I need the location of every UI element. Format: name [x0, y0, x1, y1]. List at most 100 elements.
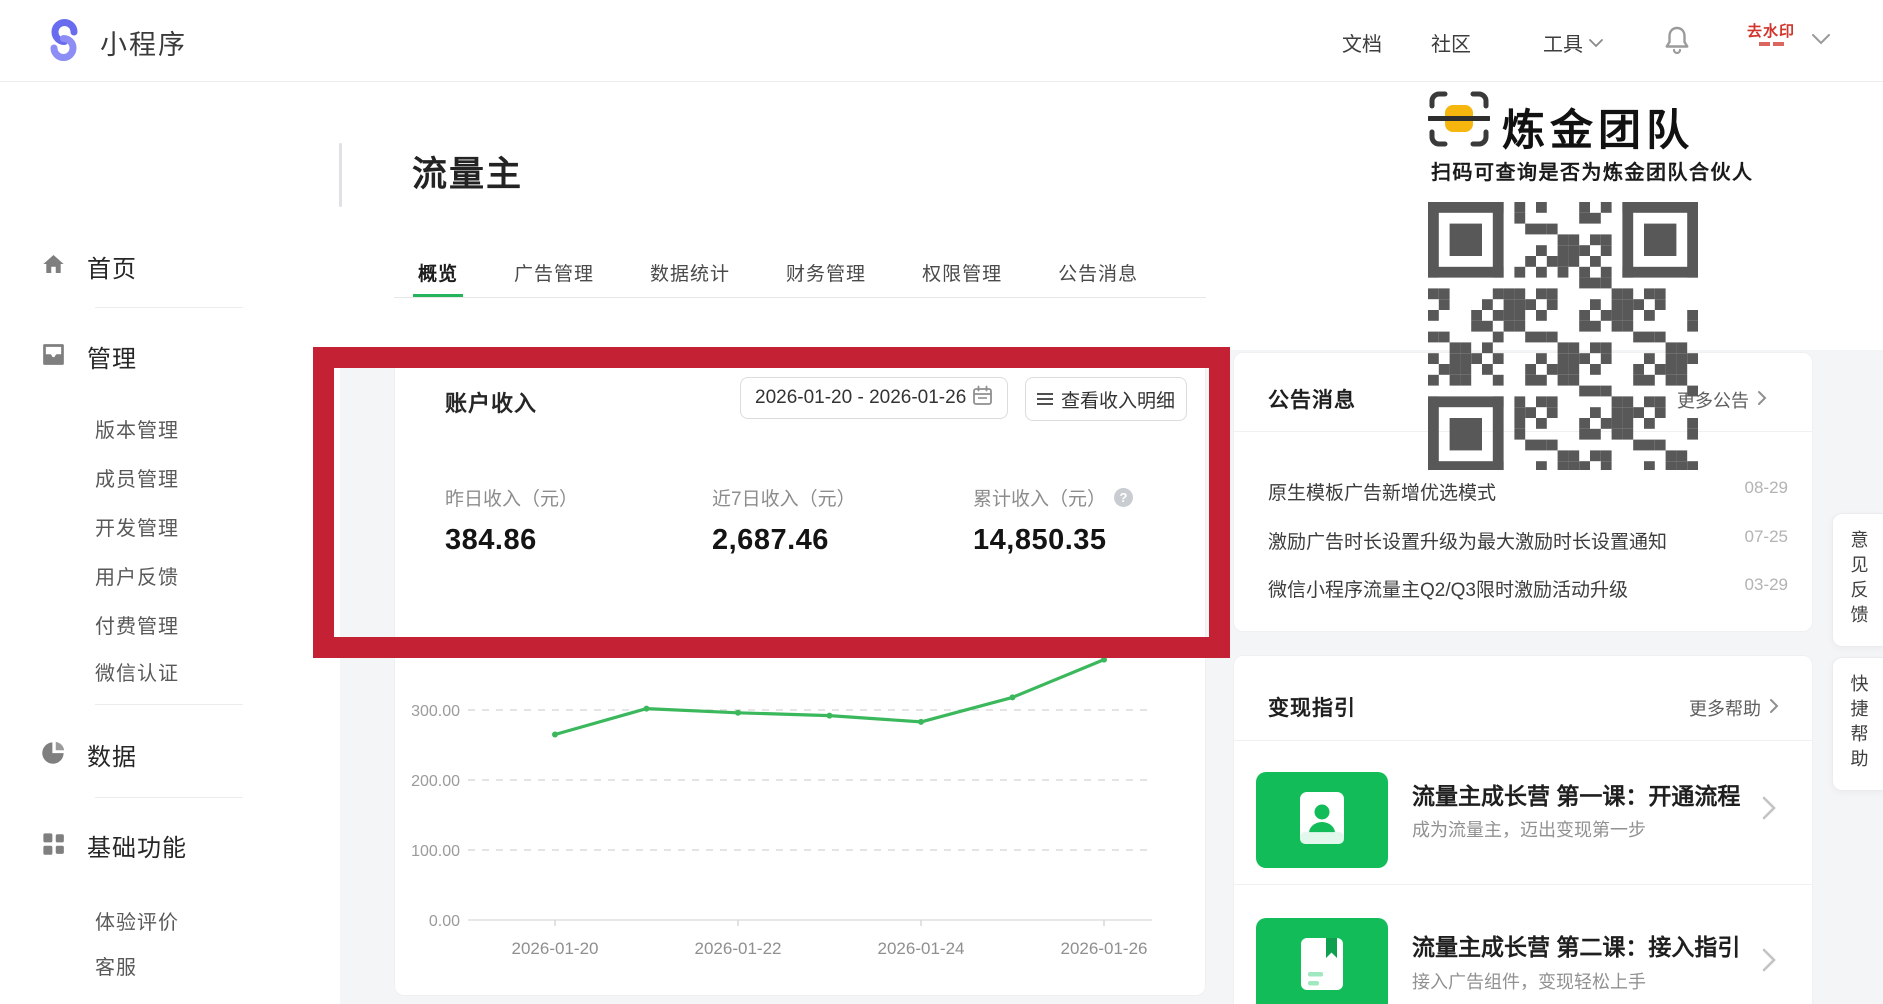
sidebar-item-manage[interactable]: 管理	[40, 339, 137, 374]
nav-tools-label: 工具	[1543, 34, 1583, 56]
notice-row[interactable]: 原生模板广告新增优选模式 08-29	[1268, 478, 1788, 505]
nav-docs-label: 文档	[1342, 34, 1382, 56]
calendar-icon	[972, 385, 993, 412]
notice-row[interactable]: 微信小程序流量主Q2/Q3限时激励活动升级 03-29	[1268, 575, 1788, 602]
tab-stats[interactable]: 数据统计	[650, 246, 730, 298]
course-title[interactable]: 流量主成长营 第二课：接入指引	[1412, 928, 1740, 962]
scrollbar-thumb[interactable]	[339, 143, 342, 207]
grid-icon	[40, 830, 67, 862]
svg-text:2026-01-26: 2026-01-26	[1061, 939, 1148, 958]
guide-card-title: 变现指引	[1268, 697, 1356, 720]
notice-row[interactable]: 激励广告时长设置升级为最大激励时长设置通知 07-25	[1268, 527, 1788, 554]
top-bar: 小程序 文档 社区 工具 去水印	[0, 0, 1883, 82]
sidebar-item-feedback[interactable]: 用户反馈	[95, 561, 179, 590]
course-title[interactable]: 流量主成长营 第一课：开通流程	[1412, 777, 1740, 811]
income-card-title: 账户收入	[445, 391, 538, 416]
chevron-right-icon[interactable]	[1762, 948, 1776, 977]
notice-text: 原生模板广告新增优选模式	[1268, 483, 1497, 504]
sidebar-item-dev[interactable]: 开发管理	[95, 512, 179, 541]
stat-total: 累计收入（元） ? 14,850.35	[973, 484, 1134, 557]
tab-notice[interactable]: 公告消息	[1058, 246, 1138, 298]
notice-date: 03-29	[1744, 575, 1788, 594]
app-root: 小程序 文档 社区 工具 去水印 首页 管理 版本管理 成员管理 开发管理 用户…	[0, 0, 1883, 1004]
chevron-right-icon[interactable]	[1762, 796, 1776, 825]
brand-tagline: 扫码可查询是否为炼金团队合伙人	[1431, 162, 1754, 184]
chevron-right-icon	[1769, 698, 1779, 719]
tab-ads[interactable]: 广告管理	[514, 246, 594, 298]
view-income-detail-button[interactable]: 查看收入明细	[1025, 377, 1187, 421]
stat-7day-value: 2,687.46	[712, 524, 829, 556]
course-thumbnail[interactable]	[1256, 918, 1388, 1004]
sidebar-item-verify[interactable]: 微信认证	[95, 657, 179, 686]
guide-header-divider	[1233, 740, 1813, 741]
svg-text:2026-01-22: 2026-01-22	[695, 939, 782, 958]
miniprogram-logo-icon	[42, 18, 86, 67]
notification-bell-icon[interactable]	[1663, 25, 1691, 60]
svg-text:2026-01-20: 2026-01-20	[512, 939, 599, 958]
home-icon	[40, 251, 67, 283]
chevron-down-icon	[1589, 31, 1603, 54]
course-subtitle: 接入广告组件，变现轻松上手	[1412, 972, 1646, 992]
tab-overview[interactable]: 概览	[418, 246, 458, 298]
scan-frame-icon	[1426, 90, 1492, 153]
quick-help-side-tab[interactable]: 快捷帮助	[1832, 657, 1883, 791]
sidebar: 首页 管理 版本管理 成员管理 开发管理 用户反馈 付费管理 微信认证 数据 基…	[0, 81, 340, 1004]
tab-bar: 概览 广告管理 数据统计 财务管理 权限管理 公告消息	[418, 246, 1138, 298]
sidebar-home-label: 首页	[87, 256, 137, 283]
help-icon[interactable]: ?	[1114, 488, 1134, 507]
sidebar-divider	[95, 307, 243, 308]
svg-text:2026-01-24: 2026-01-24	[878, 939, 965, 958]
watermark-stamp: 去水印	[1747, 24, 1795, 46]
notice-date: 08-29	[1744, 478, 1788, 497]
brand-name: 炼金团队	[1502, 108, 1694, 155]
sidebar-basic-label: 基础功能	[87, 835, 187, 862]
pie-icon	[40, 739, 67, 771]
sidebar-item-service[interactable]: 客服	[95, 951, 137, 980]
sidebar-manage-label: 管理	[87, 346, 137, 373]
svg-text:200.00: 200.00	[411, 773, 460, 790]
nav-community-label: 社区	[1431, 34, 1471, 56]
person-card-icon	[1296, 788, 1348, 853]
feedback-side-tab-label: 意见反馈	[1848, 530, 1869, 630]
miniprogram-logo[interactable]: 小程序	[42, 18, 187, 67]
sidebar-item-payment[interactable]: 付费管理	[95, 610, 179, 639]
sidebar-item-basic[interactable]: 基础功能	[40, 828, 187, 863]
stat-yesterday: 昨日收入（元） 384.86	[445, 484, 578, 557]
more-help-link[interactable]: 更多帮助	[1689, 695, 1779, 721]
nav-docs[interactable]: 文档	[1342, 28, 1382, 57]
inbox-icon	[40, 341, 67, 373]
watermark-stamp-text: 去水印	[1747, 23, 1796, 40]
watermark-stamp-subtext	[1747, 42, 1795, 46]
date-range-picker[interactable]: 2026-01-20 - 2026-01-26	[740, 377, 1008, 419]
sidebar-item-members[interactable]: 成员管理	[95, 463, 179, 492]
view-income-detail-label: 查看收入明细	[1060, 390, 1175, 412]
notice-text: 激励广告时长设置升级为最大激励时长设置通知	[1268, 532, 1668, 553]
svg-text:0.00: 0.00	[429, 913, 460, 930]
nav-tools[interactable]: 工具	[1543, 28, 1603, 57]
more-help-label: 更多帮助	[1689, 699, 1761, 719]
notice-date: 07-25	[1744, 527, 1788, 546]
stat-7day: 近7日收入（元） 2,687.46	[712, 484, 856, 557]
sidebar-item-data[interactable]: 数据	[40, 737, 137, 772]
stat-yesterday-label: 昨日收入（元）	[445, 489, 579, 510]
income-line-chart: 0.00 100.00 200.00 300.00 2026-01-20 2026-01-…	[411, 656, 1152, 958]
sidebar-item-review[interactable]: 体验评价	[95, 906, 179, 935]
sidebar-item-version[interactable]: 版本管理	[95, 414, 179, 443]
nav-community[interactable]: 社区	[1431, 28, 1471, 57]
course-thumbnail[interactable]	[1256, 772, 1388, 868]
sidebar-item-home[interactable]: 首页	[40, 249, 137, 284]
sidebar-data-label: 数据	[87, 744, 137, 771]
date-range-value: 2026-01-20 - 2026-01-26	[755, 387, 967, 408]
qr-code	[1428, 202, 1698, 470]
tab-permission[interactable]: 权限管理	[922, 246, 1002, 298]
feedback-side-tab[interactable]: 意见反馈	[1832, 513, 1883, 647]
guide-item-divider	[1233, 884, 1813, 885]
sidebar-divider	[95, 797, 243, 798]
tab-finance[interactable]: 财务管理	[786, 246, 866, 298]
stat-total-value: 14,850.35	[973, 524, 1107, 556]
list-icon	[1036, 390, 1053, 408]
tab-bar-divider	[394, 297, 1206, 298]
page-title: 流量主	[412, 155, 524, 194]
account-chevron-down-icon[interactable]	[1812, 32, 1830, 50]
svg-text:300.00: 300.00	[411, 703, 460, 720]
